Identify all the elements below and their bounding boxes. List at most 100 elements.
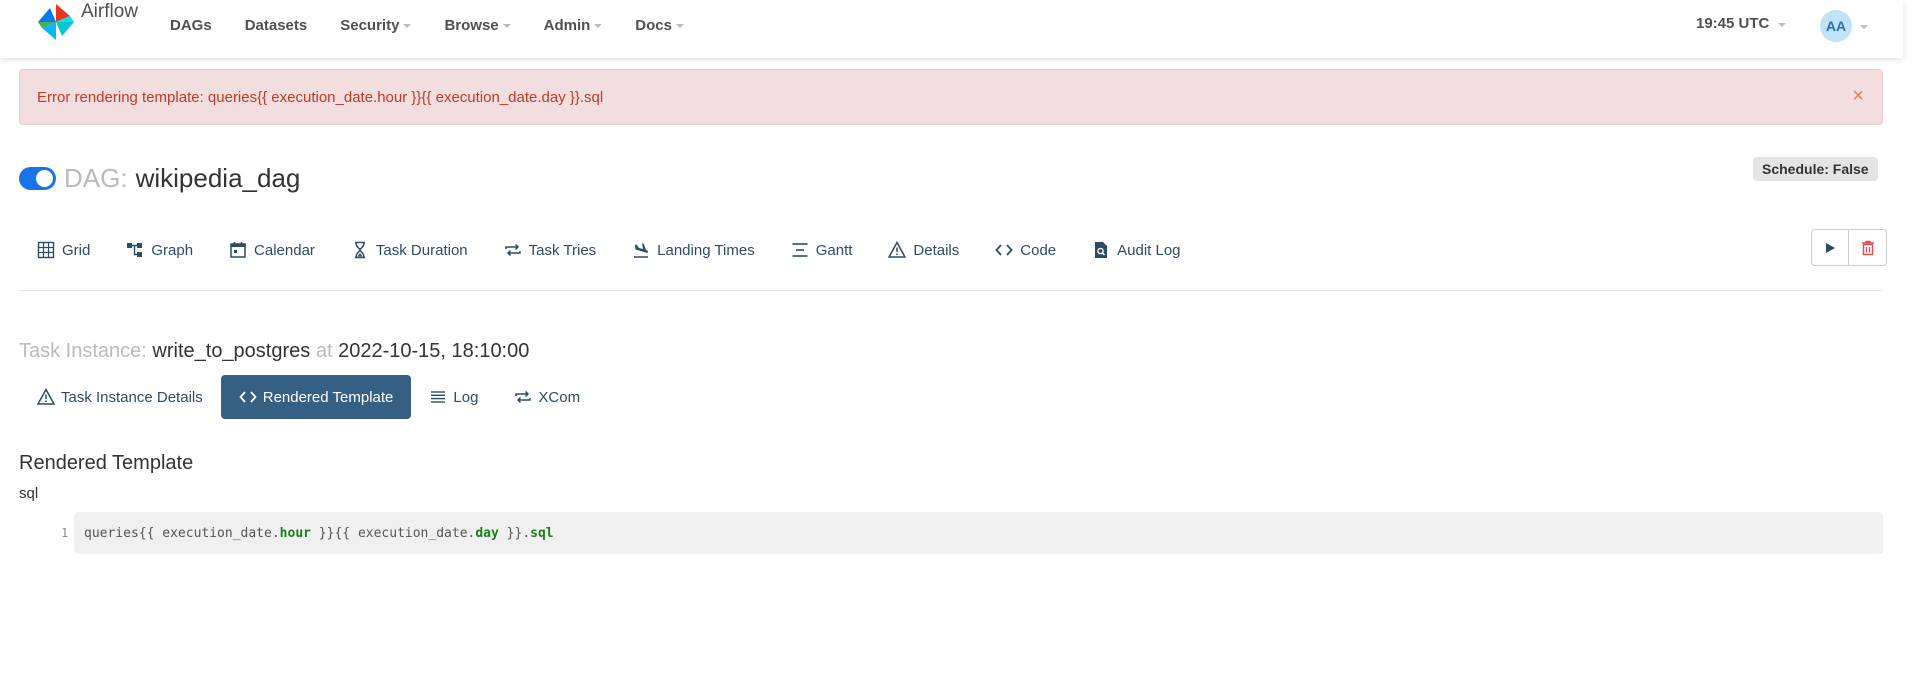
tab-label: Task Duration bbox=[375, 241, 468, 259]
trigger-dag-button[interactable] bbox=[1811, 229, 1849, 266]
warning-triangle-icon bbox=[37, 388, 55, 405]
nav-item-datasets[interactable]: Datasets bbox=[245, 17, 308, 34]
tab-calendar[interactable]: Calendar bbox=[229, 241, 315, 259]
chevron-down-icon bbox=[1778, 22, 1787, 27]
dag-pause-toggle[interactable] bbox=[19, 167, 56, 190]
nav-item-security[interactable]: Security bbox=[340, 16, 412, 34]
at-label: at bbox=[315, 340, 333, 362]
tab-grid[interactable]: Grid bbox=[37, 241, 90, 259]
nav-item-browse[interactable]: Browse bbox=[444, 16, 511, 34]
tab-task-tries[interactable]: Task Tries bbox=[504, 241, 597, 259]
hourglass-icon bbox=[354, 241, 365, 259]
gantt-icon bbox=[792, 243, 808, 257]
plane-landing-icon bbox=[634, 243, 649, 258]
close-icon[interactable]: × bbox=[1852, 86, 1864, 106]
tab-label: Landing Times bbox=[657, 241, 755, 259]
subtab-label: Log bbox=[453, 388, 479, 406]
alert-message: Error rendering template: queries{{ exec… bbox=[37, 88, 604, 106]
tab-details[interactable]: Details bbox=[888, 241, 959, 259]
code-token-keyword: hour bbox=[279, 525, 311, 541]
current-time: 19:45 UTC bbox=[1696, 15, 1770, 32]
nav-item-admin[interactable]: Admin bbox=[544, 17, 603, 34]
nav-item-label: Docs bbox=[635, 16, 672, 34]
tab-label: Graph bbox=[151, 241, 194, 259]
tab-code[interactable]: Code bbox=[995, 241, 1056, 259]
code-icon bbox=[239, 391, 257, 403]
chevron-down-icon bbox=[502, 24, 511, 28]
tab-log[interactable]: Log bbox=[411, 375, 496, 419]
task-id: write_to_postgres bbox=[152, 340, 311, 362]
code-icon bbox=[995, 244, 1013, 256]
tab-landing-times[interactable]: Landing Times bbox=[632, 241, 755, 259]
tab-label: Code bbox=[1020, 241, 1057, 259]
tab-label: Grid bbox=[62, 241, 91, 259]
nav-menu: DAGs Datasets Security Browse Admin Docs bbox=[170, 0, 717, 50]
task-instance-header: Task Instance: write_to_postgres at 2022… bbox=[19, 340, 529, 363]
task-instance-tabs: Task Instance Details Rendered Template … bbox=[19, 375, 598, 419]
subtab-label: Task Instance Details bbox=[61, 388, 203, 406]
dag-actions bbox=[1811, 229, 1887, 266]
repeat-icon bbox=[504, 243, 521, 257]
divider bbox=[19, 290, 1883, 291]
chevron-down-icon bbox=[403, 24, 412, 28]
nav-item-label: Datasets bbox=[244, 16, 308, 34]
subtab-label: XCom bbox=[538, 388, 581, 406]
nav-item-label: Admin bbox=[543, 16, 591, 34]
dag-view-tabs: Grid Graph Calendar Task Duration Task T… bbox=[37, 237, 1217, 263]
brand[interactable]: Airflow bbox=[36, 1, 139, 42]
code-token-keyword: day bbox=[475, 525, 499, 541]
nav-item-dags[interactable]: DAGs bbox=[170, 17, 212, 34]
code-token: queries{{ execution_date. bbox=[84, 525, 280, 541]
tab-label: Task Tries bbox=[528, 241, 597, 259]
tab-label: Audit Log bbox=[1117, 241, 1181, 259]
user-menu[interactable]: AA bbox=[1820, 10, 1868, 42]
page-title: wikipedia_dag bbox=[135, 163, 301, 193]
nav-item-label: DAGs bbox=[170, 16, 212, 34]
graph-icon bbox=[127, 243, 143, 257]
warning-triangle-icon bbox=[888, 241, 907, 258]
code-token: }}{{ execution_date. bbox=[310, 525, 476, 541]
error-alert: Error rendering template: queries{{ exec… bbox=[19, 69, 1883, 125]
list-icon bbox=[431, 391, 446, 403]
avatar: AA bbox=[1820, 10, 1852, 42]
nav-item-docs[interactable]: Docs bbox=[635, 17, 684, 34]
delete-dag-button[interactable] bbox=[1849, 229, 1887, 266]
tab-audit-log[interactable]: Audit Log bbox=[1092, 241, 1181, 259]
nav-item-label: Browse bbox=[444, 16, 499, 34]
code-block: queries{{ execution_date.hour }}{{ execu… bbox=[74, 512, 1883, 554]
grid-icon bbox=[37, 241, 55, 259]
nav-item-label: Security bbox=[340, 16, 400, 34]
trash-icon bbox=[1861, 240, 1874, 255]
code-token: }}. bbox=[498, 525, 531, 541]
airflow-logo-icon bbox=[38, 4, 74, 40]
code-token-keyword: sql bbox=[530, 525, 554, 541]
tab-label: Gantt bbox=[815, 241, 853, 259]
brand-name: Airflow bbox=[81, 1, 139, 22]
execution-date: 2022-10-15, 18:10:00 bbox=[338, 340, 530, 362]
section-title: Rendered Template bbox=[19, 452, 194, 474]
tab-graph[interactable]: Graph bbox=[126, 241, 193, 259]
repeat-icon bbox=[515, 390, 532, 404]
timezone-dropdown[interactable]: 19:45 UTC bbox=[1696, 15, 1787, 32]
tab-label: Calendar bbox=[254, 241, 315, 259]
chevron-down-icon bbox=[675, 24, 684, 28]
chevron-down-icon bbox=[1860, 25, 1868, 29]
tab-rendered-template[interactable]: Rendered Template bbox=[220, 375, 412, 419]
tab-task-instance-details[interactable]: Task Instance Details bbox=[19, 375, 221, 419]
code-text: queries{{ execution_date.hour }}{{ execu… bbox=[84, 526, 554, 541]
calendar-icon bbox=[230, 242, 246, 258]
tab-xcom[interactable]: XCom bbox=[496, 375, 598, 419]
top-navbar: Airflow DAGs Datasets Security Browse Ad… bbox=[0, 0, 1903, 58]
dag-header: DAG: wikipedia_dag bbox=[19, 163, 300, 194]
tab-gantt[interactable]: Gantt bbox=[791, 241, 853, 259]
dag-prefix: DAG: bbox=[64, 163, 128, 193]
chevron-down-icon bbox=[594, 24, 603, 28]
line-number: 1 bbox=[61, 526, 69, 540]
task-instance-label: Task Instance: bbox=[19, 340, 147, 362]
tab-task-duration[interactable]: Task Duration bbox=[351, 241, 468, 259]
schedule-badge: Schedule: False bbox=[1753, 157, 1878, 181]
file-search-icon bbox=[1095, 242, 1108, 258]
field-name: sql bbox=[19, 485, 39, 502]
tab-label: Details bbox=[913, 241, 960, 259]
subtab-label: Rendered Template bbox=[262, 388, 394, 406]
